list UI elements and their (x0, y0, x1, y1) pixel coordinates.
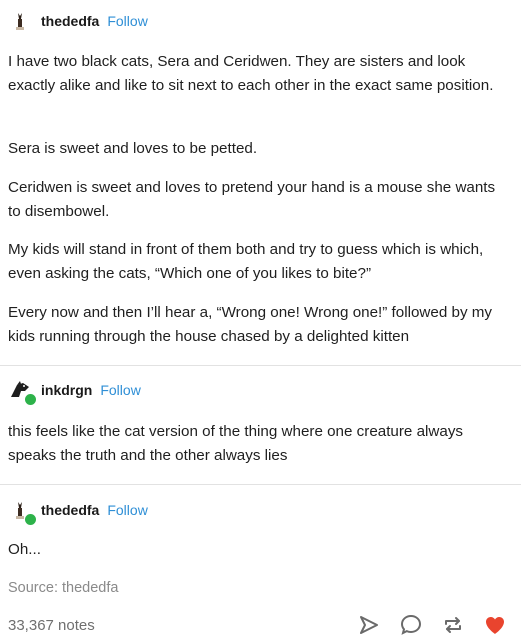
divider (0, 484, 521, 485)
heart-icon[interactable] (483, 613, 507, 637)
avatar[interactable] (9, 10, 31, 32)
source-link[interactable]: Source: thededfa (8, 580, 118, 596)
post-text: My kids will stand in front of them both… (8, 241, 484, 282)
post-text: Sera is sweet and loves to be petted. (8, 140, 258, 157)
post-text: I have two black cats, Sera and Ceridwen… (8, 53, 494, 94)
post-1-header: thededfa Follow (9, 10, 148, 32)
follow-button[interactable]: Follow (107, 502, 147, 518)
post-text: this feels like the cat version of the t… (8, 423, 464, 464)
post-actions (357, 613, 507, 637)
reblog-badge-icon (24, 513, 37, 526)
avatar[interactable] (9, 499, 37, 526)
username[interactable]: thededfa (41, 13, 99, 29)
reply-icon[interactable] (399, 613, 423, 637)
divider (0, 365, 521, 366)
reblog-icon[interactable] (441, 613, 465, 637)
post-3-header: thededfa Follow (9, 499, 148, 526)
username[interactable]: thededfa (41, 502, 99, 518)
post-2-header: inkdrgn Follow (9, 379, 141, 406)
post-text: Ceridwen is sweet and loves to pretend y… (8, 179, 496, 220)
username[interactable]: inkdrgn (41, 382, 92, 398)
post-text: Every now and then I’ll hear a, “Wrong o… (8, 304, 492, 345)
reblog-badge-icon (24, 393, 37, 406)
avatar[interactable] (9, 379, 37, 406)
share-icon[interactable] (357, 613, 381, 637)
post-text: Oh... (8, 541, 41, 558)
follow-button[interactable]: Follow (107, 13, 147, 29)
notes-count[interactable]: 33,367 notes (8, 617, 95, 634)
follow-button[interactable]: Follow (100, 382, 140, 398)
